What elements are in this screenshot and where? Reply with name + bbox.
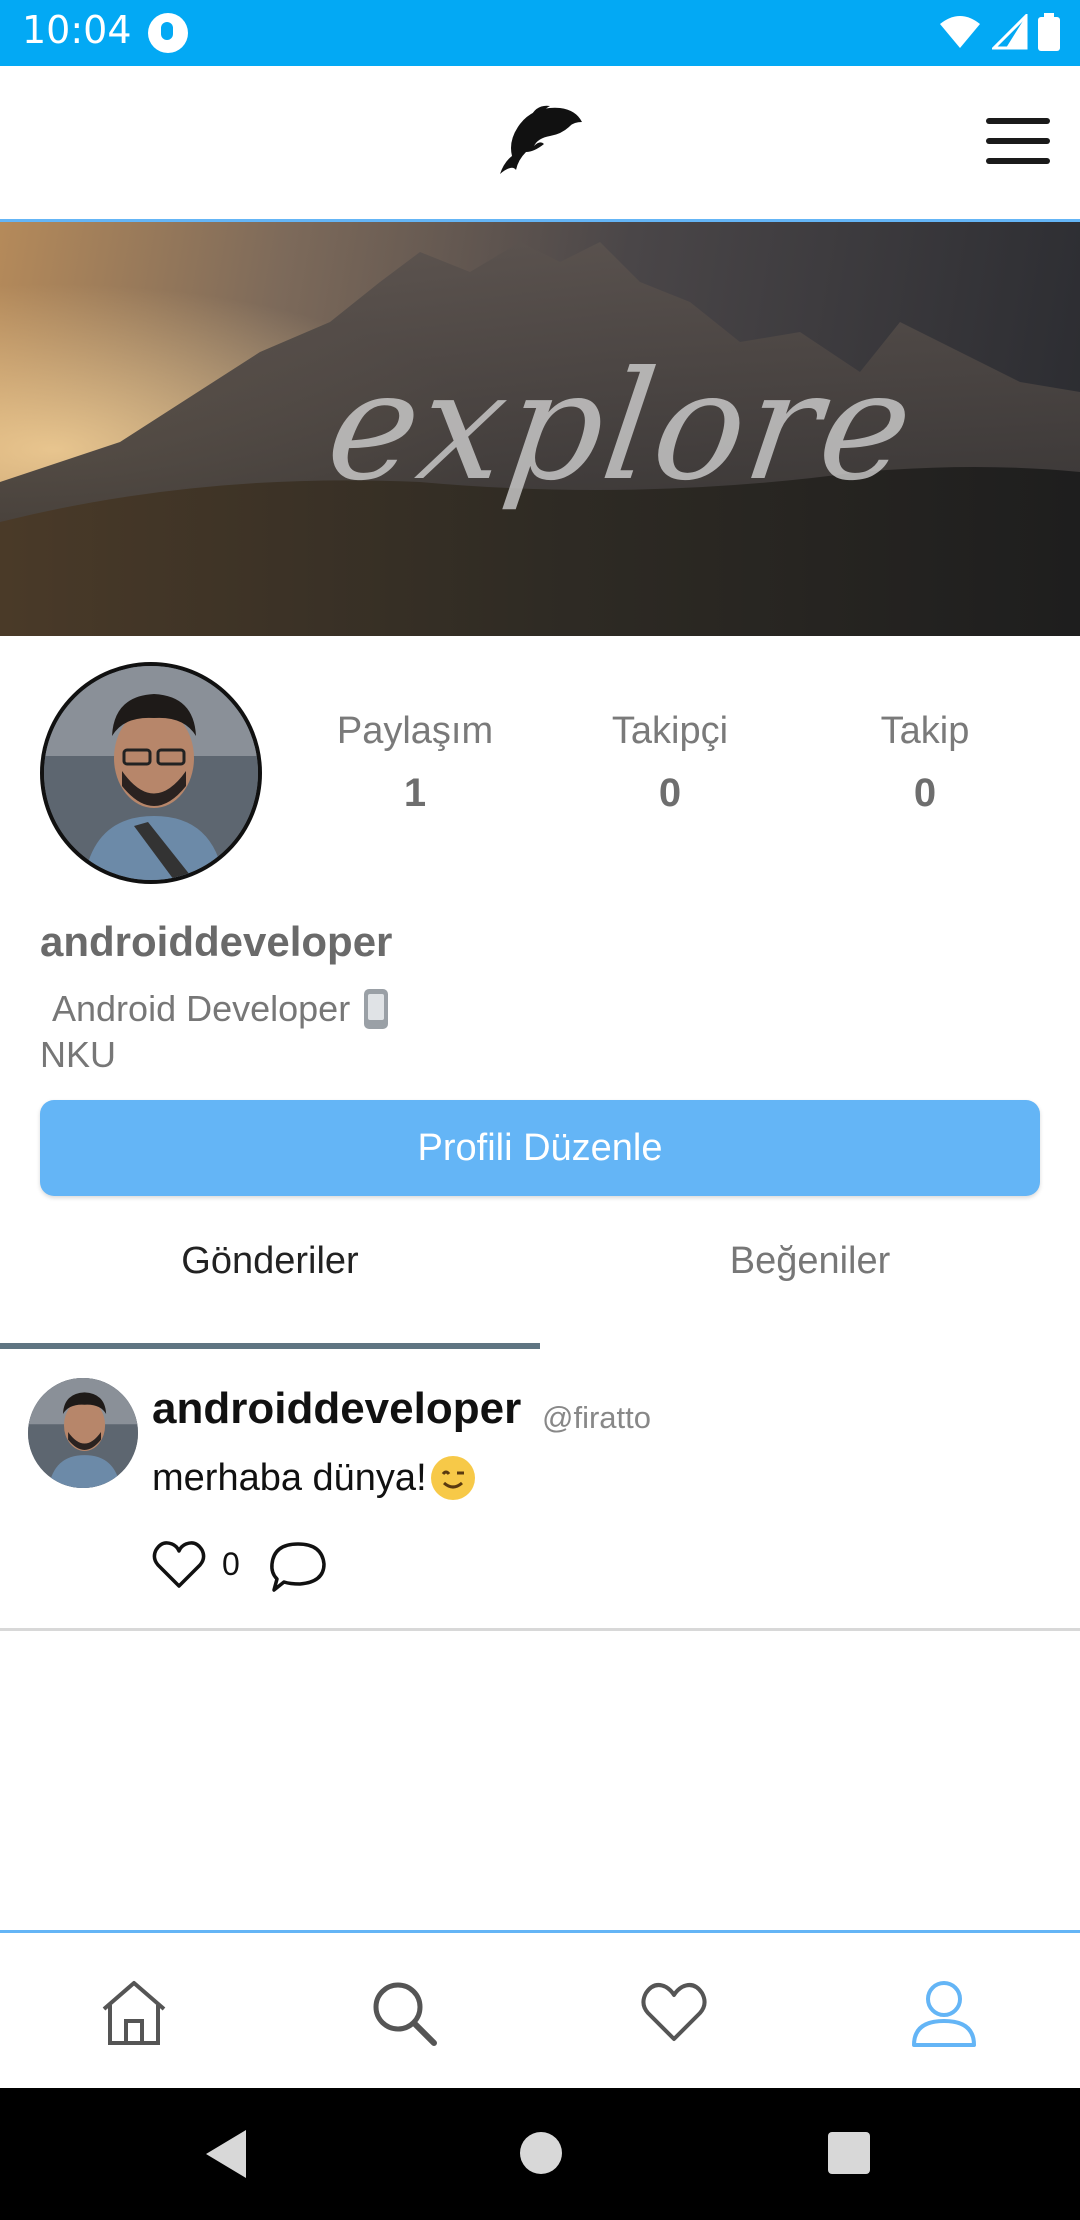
cover-image: explore bbox=[0, 222, 1080, 636]
home-button-icon[interactable] bbox=[520, 2132, 562, 2174]
post-author-handle[interactable]: @firatto bbox=[542, 1400, 651, 1436]
search-icon[interactable] bbox=[368, 1977, 440, 2049]
status-time: 10:04 bbox=[22, 8, 132, 52]
post-text: merhaba dünya! bbox=[152, 1456, 475, 1500]
tab-posts[interactable]: Gönderiler bbox=[0, 1240, 540, 1310]
like-count: 0 bbox=[222, 1546, 240, 1582]
recents-icon[interactable] bbox=[828, 2132, 870, 2174]
edit-profile-button[interactable]: Profili Düzenle bbox=[40, 1100, 1040, 1196]
stat-followers[interactable]: Takipçi 0 bbox=[570, 710, 770, 816]
heart-icon[interactable] bbox=[150, 1536, 208, 1594]
app-bar bbox=[0, 66, 1080, 222]
tab-indicator bbox=[0, 1343, 540, 1349]
system-icons bbox=[938, 12, 1060, 52]
stat-followers-value: 0 bbox=[658, 771, 682, 815]
profile-bio-line1: Android Developer bbox=[52, 988, 389, 1030]
profile-bio-line2: NKU bbox=[40, 1034, 117, 1075]
cover-text: explore bbox=[317, 340, 925, 514]
stat-following[interactable]: Takip 0 bbox=[825, 710, 1025, 816]
wifi-icon bbox=[940, 16, 980, 48]
stat-followers-label: Takipçi bbox=[611, 710, 729, 752]
status-bar: 10:04 bbox=[0, 0, 1080, 66]
system-nav-bar bbox=[0, 2088, 1080, 2220]
profile-username: androiddeveloper bbox=[40, 918, 393, 965]
post-text-content: merhaba dünya! bbox=[152, 1456, 427, 1499]
battery-icon bbox=[1038, 13, 1060, 51]
bio-text: Android Developer bbox=[52, 988, 351, 1029]
wink-emoji-icon bbox=[430, 1456, 475, 1500]
stat-following-value: 0 bbox=[913, 771, 937, 815]
heart-nav-icon[interactable] bbox=[638, 1977, 710, 2049]
post-author-name[interactable]: androiddeveloper bbox=[152, 1384, 521, 1434]
comment-icon[interactable] bbox=[268, 1538, 328, 1594]
profile-icon[interactable] bbox=[908, 1977, 980, 2049]
dolphin-logo-icon[interactable] bbox=[490, 100, 586, 180]
hamburger-menu-icon[interactable] bbox=[982, 112, 1052, 172]
cell-signal-icon bbox=[992, 14, 1028, 50]
bottom-nav bbox=[0, 1930, 1080, 2088]
stat-posts-label: Paylaşım bbox=[336, 710, 494, 752]
back-icon[interactable] bbox=[206, 2130, 246, 2178]
post-author-avatar[interactable] bbox=[28, 1378, 138, 1488]
post-divider bbox=[0, 1628, 1080, 1631]
tab-likes[interactable]: Beğeniler bbox=[540, 1240, 1080, 1310]
stat-posts[interactable]: Paylaşım 1 bbox=[315, 710, 515, 816]
home-icon[interactable] bbox=[98, 1977, 170, 2049]
mobile-phone-icon bbox=[364, 989, 389, 1029]
profile-avatar[interactable] bbox=[40, 662, 262, 884]
stat-posts-value: 1 bbox=[403, 771, 427, 815]
stat-following-label: Takip bbox=[880, 710, 970, 752]
app-indicator-icon bbox=[148, 13, 188, 53]
